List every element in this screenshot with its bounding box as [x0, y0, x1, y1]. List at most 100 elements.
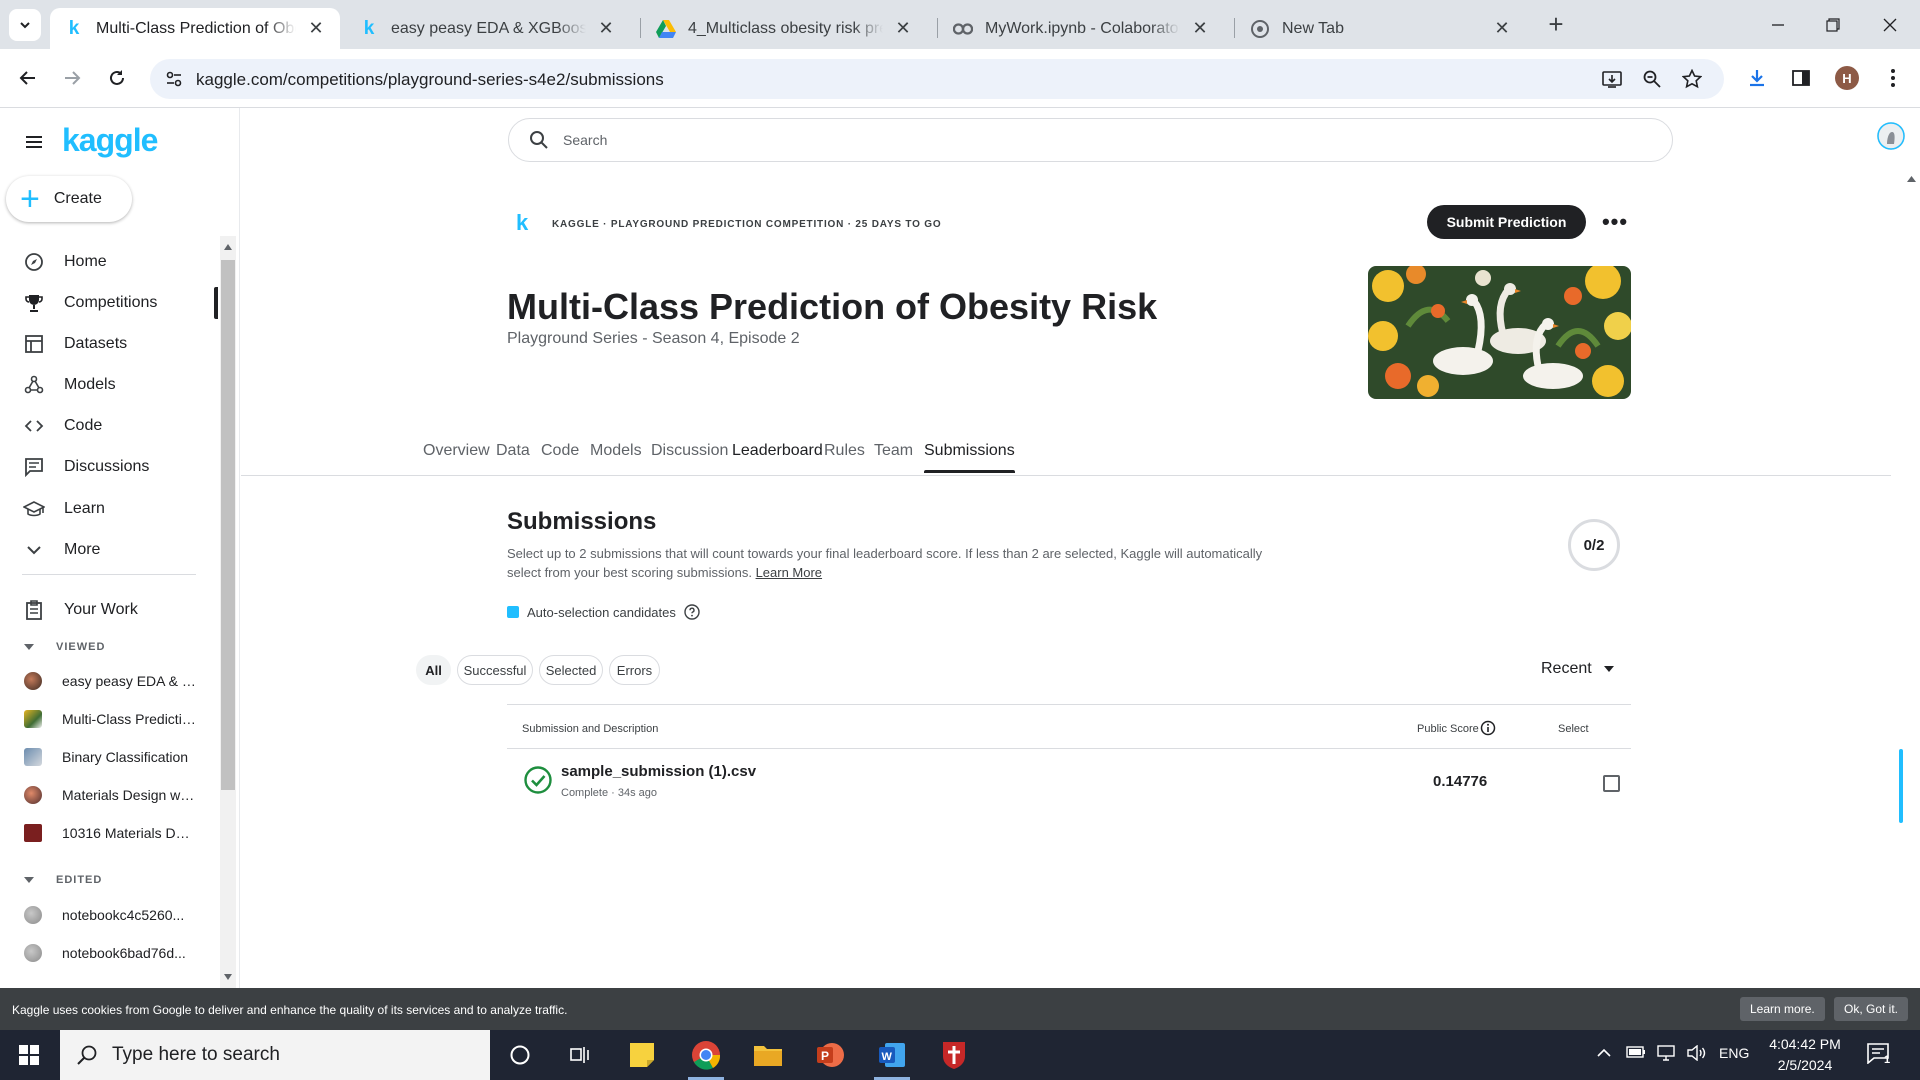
close-tab-icon[interactable]: ✕	[893, 18, 913, 39]
browser-tab-drive[interactable]: 4_Multiclass obesity risk prediction ✕	[642, 8, 927, 49]
battery-icon[interactable]	[1626, 1045, 1646, 1062]
close-window-button[interactable]	[1870, 10, 1910, 40]
install-app-icon[interactable]	[1600, 67, 1624, 91]
filter-selected[interactable]: Selected	[539, 655, 603, 685]
browser-tab-kaggle-obesity[interactable]: k Multi-Class Prediction of Obesity Risk…	[50, 8, 340, 49]
viewed-item[interactable]: 10316 Materials Design	[0, 814, 218, 852]
close-tab-icon[interactable]: ✕	[1492, 18, 1512, 39]
shield-app[interactable]	[928, 1030, 980, 1080]
volume-icon[interactable]	[1686, 1044, 1706, 1064]
sidebar-item-learn[interactable]: Learn	[0, 489, 218, 529]
sidebar-item-discussions[interactable]: Discussions	[0, 447, 218, 487]
column-header-public-score[interactable]: Public Score	[1417, 723, 1479, 735]
notifications-button[interactable]: 1	[1866, 1042, 1896, 1068]
back-button[interactable]	[12, 62, 44, 94]
select-checkbox[interactable]	[1603, 775, 1620, 792]
scroll-up-arrow-icon[interactable]	[224, 244, 232, 250]
tab-search-button[interactable]	[9, 9, 41, 41]
task-view-button[interactable]	[554, 1030, 606, 1080]
hamburger-menu-icon[interactable]	[22, 130, 46, 154]
tab-overview[interactable]: Overview	[423, 442, 490, 472]
submit-prediction-button[interactable]: Submit Prediction	[1427, 205, 1586, 239]
network-icon[interactable]	[1656, 1045, 1676, 1064]
reload-button[interactable]	[101, 62, 133, 94]
input-language[interactable]: ENG	[1719, 1045, 1749, 1061]
help-icon[interactable]	[684, 604, 700, 620]
browser-tab-eda[interactable]: k easy peasy EDA & XGBoost is all you ne…	[345, 8, 630, 49]
tab-discussion[interactable]: Discussion	[651, 442, 728, 472]
url-text[interactable]: kaggle.com/competitions/playground-serie…	[196, 70, 664, 90]
cookie-learn-more-button[interactable]: Learn more.	[1740, 997, 1825, 1021]
browser-tab-new[interactable]: New Tab ✕	[1236, 8, 1526, 49]
tab-data[interactable]: Data	[496, 442, 530, 472]
powerpoint-app[interactable]: P	[804, 1030, 856, 1080]
search-input[interactable]: Search	[508, 118, 1673, 162]
word-app[interactable]: W	[866, 1030, 918, 1080]
downloads-button[interactable]	[1741, 62, 1773, 94]
table-row[interactable]: sample_submission (1).csv Complete · 34s…	[507, 749, 1903, 823]
sidebar-item-datasets[interactable]: Datasets	[0, 324, 218, 364]
kaggle-logo[interactable]: kaggle	[62, 122, 158, 159]
viewed-item[interactable]: easy peasy EDA & XGBoost is all you need	[0, 662, 218, 700]
side-panel-button[interactable]	[1785, 62, 1817, 94]
tab-rules[interactable]: Rules	[824, 442, 865, 472]
viewed-item[interactable]: Materials Design with Machine Learning	[0, 776, 218, 814]
profile-button[interactable]: H	[1831, 62, 1863, 94]
system-clock[interactable]: 4:04:42 PM 2/5/2024	[1760, 1034, 1850, 1076]
browser-tab-colab[interactable]: MyWork.ipynb - Colaboratory ✕	[939, 8, 1224, 49]
browser-menu-button[interactable]	[1877, 62, 1909, 94]
chrome-app[interactable]	[680, 1030, 732, 1080]
new-tab-button[interactable]: +	[1543, 11, 1569, 38]
edited-item[interactable]: notebookc4c5260...	[0, 896, 218, 934]
sticky-notes-app[interactable]	[616, 1030, 668, 1080]
bookmark-star-icon[interactable]	[1680, 67, 1704, 91]
sidebar-item-more[interactable]: More	[0, 530, 218, 570]
submission-filename[interactable]: sample_submission (1).csv	[561, 763, 756, 780]
sidebar-item-your-work[interactable]: Your Work	[0, 590, 218, 630]
user-avatar[interactable]	[1877, 122, 1905, 150]
more-options-button[interactable]: •••	[1601, 208, 1629, 236]
tab-models[interactable]: Models	[590, 442, 642, 472]
taskbar-search-input[interactable]: Type here to search	[60, 1030, 490, 1080]
viewed-section-heading[interactable]: VIEWED	[24, 641, 105, 653]
file-explorer-app[interactable]	[742, 1030, 794, 1080]
create-button[interactable]: + Create	[6, 176, 132, 222]
sidebar-item-home[interactable]: Home	[0, 242, 218, 282]
sidebar-item-code[interactable]: Code	[0, 406, 218, 446]
tab-code[interactable]: Code	[541, 442, 579, 472]
close-tab-icon[interactable]: ✕	[596, 18, 616, 39]
address-bar[interactable]: kaggle.com/competitions/playground-serie…	[150, 59, 1724, 99]
scroll-down-arrow-icon[interactable]	[224, 974, 232, 980]
sidebar-item-models[interactable]: Models	[0, 365, 218, 405]
info-icon[interactable]	[1480, 720, 1496, 736]
scrollbar-thumb[interactable]	[221, 260, 235, 790]
sidebar-item-competitions[interactable]: Competitions	[0, 283, 218, 323]
minimize-button[interactable]	[1758, 10, 1798, 40]
zoom-icon[interactable]	[1640, 67, 1664, 91]
cortana-button[interactable]	[494, 1030, 546, 1080]
edited-item[interactable]: notebook6bad76d...	[0, 934, 218, 972]
show-hidden-icons-icon[interactable]	[1597, 1045, 1611, 1061]
forward-button[interactable]	[56, 62, 88, 94]
edited-section-heading[interactable]: EDITED	[24, 874, 102, 886]
tab-leaderboard[interactable]: Leaderboard	[732, 442, 823, 472]
learn-more-link[interactable]: Learn More	[756, 565, 822, 580]
site-info-icon[interactable]	[162, 67, 186, 91]
cookie-ok-button[interactable]: Ok, Got it.	[1834, 997, 1909, 1021]
tab-team[interactable]: Team	[874, 442, 913, 472]
start-button[interactable]	[0, 1030, 58, 1080]
filter-errors[interactable]: Errors	[609, 655, 660, 685]
close-tab-icon[interactable]: ✕	[306, 18, 326, 39]
filter-all[interactable]: All	[416, 655, 451, 685]
viewed-item[interactable]: Multi-Class Prediction of Obesity Risk	[0, 700, 218, 738]
restore-button[interactable]	[1813, 10, 1853, 40]
tab-submissions[interactable]: Submissions	[924, 442, 1015, 473]
sidebar-scrollbar[interactable]	[220, 236, 236, 988]
page-scrollbar[interactable]	[1903, 170, 1920, 988]
filter-successful[interactable]: Successful	[457, 655, 533, 685]
close-tab-icon[interactable]: ✕	[1190, 18, 1210, 39]
sidebar-item-label: Home	[64, 253, 107, 270]
sort-dropdown[interactable]: Recent	[1541, 660, 1614, 678]
viewed-item[interactable]: Binary Classification	[0, 738, 218, 776]
scroll-up-arrow-icon[interactable]	[1907, 176, 1916, 182]
